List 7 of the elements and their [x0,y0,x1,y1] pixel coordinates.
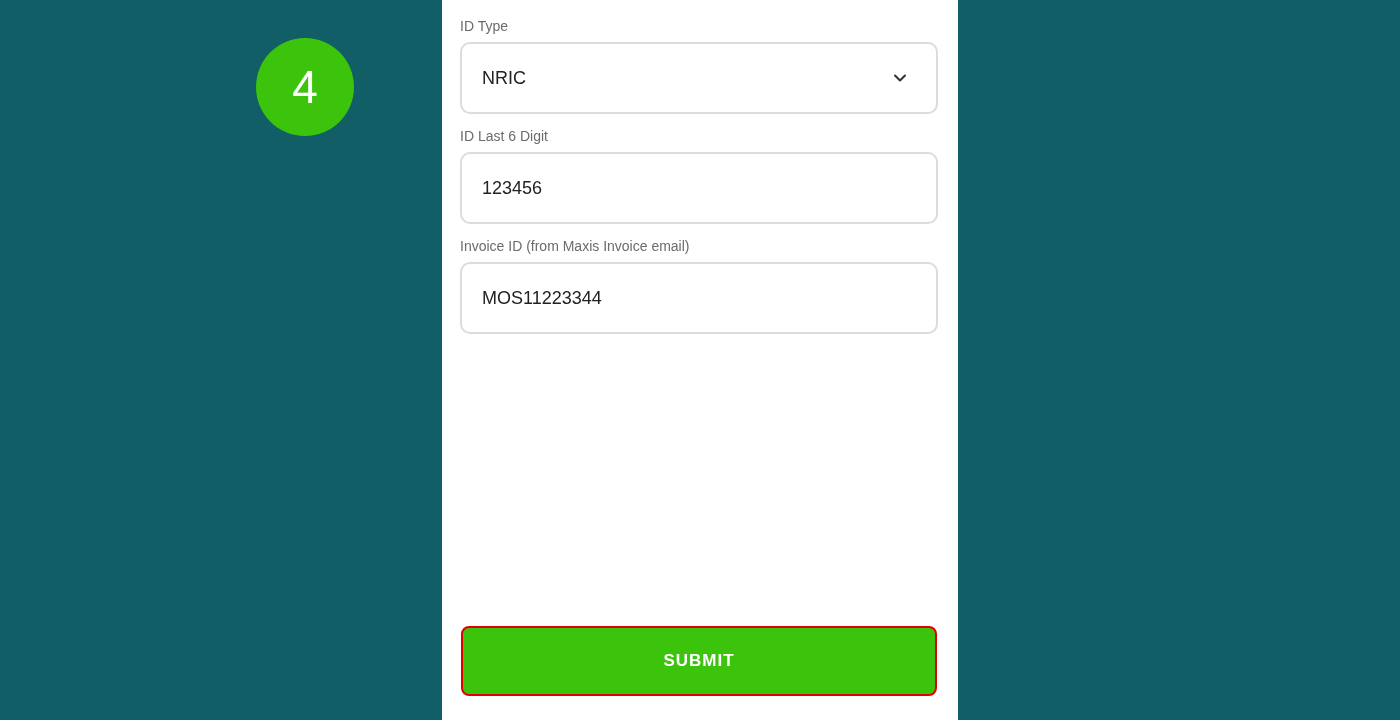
field-label: Invoice ID (from Maxis Invoice email) [460,237,691,256]
field-label: ID Type [460,17,509,36]
field-label: ID Last 6 Digit [460,127,549,146]
select-field[interactable]: NRIC [460,42,938,114]
step-badge: 4 [256,38,354,136]
input-field[interactable]: MOS11223344 [460,262,938,334]
input-field[interactable]: 123456 [460,152,938,224]
